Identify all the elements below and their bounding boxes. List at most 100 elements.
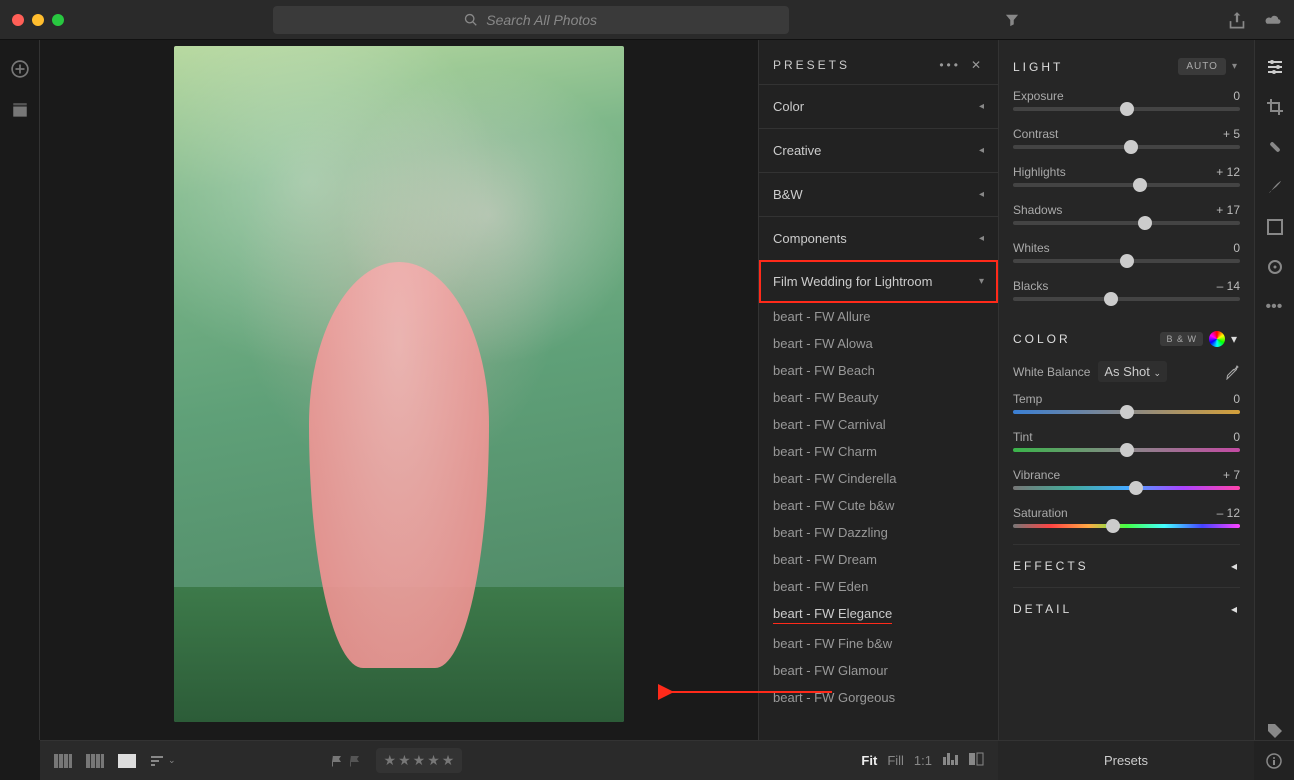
slider-label: Blacks bbox=[1013, 279, 1048, 293]
image-canvas[interactable] bbox=[40, 40, 758, 740]
preset-item[interactable]: beart - FW Cinderella bbox=[759, 465, 998, 492]
slider-thumb[interactable] bbox=[1129, 481, 1143, 495]
slider-track[interactable] bbox=[1013, 486, 1240, 490]
white-balance-select[interactable]: As Shot ⌄ bbox=[1098, 361, 1167, 382]
slider-label: Saturation bbox=[1013, 506, 1068, 520]
bottom-presets-button[interactable]: Presets bbox=[998, 740, 1254, 780]
detail-view-button[interactable] bbox=[118, 754, 136, 768]
grid-view-button[interactable] bbox=[54, 754, 72, 768]
slider-thumb[interactable] bbox=[1120, 102, 1134, 116]
crop-icon[interactable] bbox=[1266, 98, 1284, 116]
tag-icon[interactable] bbox=[1266, 722, 1284, 740]
compare-view-button[interactable] bbox=[86, 754, 104, 768]
preset-item[interactable]: beart - FW Carnival bbox=[759, 411, 998, 438]
slider-track[interactable] bbox=[1013, 448, 1240, 452]
linear-gradient-icon[interactable] bbox=[1266, 218, 1284, 236]
presets-title: PRESETS bbox=[773, 58, 850, 72]
minimize-window-icon[interactable] bbox=[32, 14, 44, 26]
preset-group-expanded[interactable]: Film Wedding for Lightroom ▾ bbox=[759, 260, 998, 303]
preset-group-label: B&W bbox=[773, 187, 803, 202]
zoom-window-icon[interactable] bbox=[52, 14, 64, 26]
slider-thumb[interactable] bbox=[1104, 292, 1118, 306]
slider-track[interactable] bbox=[1013, 297, 1240, 301]
preset-item[interactable]: beart - FW Glamour bbox=[759, 657, 998, 684]
slider-track[interactable] bbox=[1013, 524, 1240, 528]
slider-thumb[interactable] bbox=[1133, 178, 1147, 192]
slider-thumb[interactable] bbox=[1120, 405, 1134, 419]
preset-item[interactable]: beart - FW Charm bbox=[759, 438, 998, 465]
radial-gradient-icon[interactable] bbox=[1266, 258, 1284, 276]
zoom-fill-button[interactable]: Fill bbox=[887, 753, 904, 768]
share-icon[interactable] bbox=[1228, 11, 1246, 29]
presets-header: PRESETS ••• ✕ bbox=[759, 40, 998, 84]
histogram-icon[interactable] bbox=[942, 751, 958, 767]
star-icon[interactable]: ★ bbox=[427, 752, 440, 769]
preset-item[interactable]: beart - FW Dazzling bbox=[759, 519, 998, 546]
slider-track[interactable] bbox=[1013, 107, 1240, 111]
presets-more-icon[interactable]: ••• bbox=[939, 58, 961, 72]
preset-group-label: Components bbox=[773, 231, 847, 246]
star-icon[interactable]: ★ bbox=[384, 752, 397, 769]
chevron-down-icon[interactable]: ▾ bbox=[1231, 332, 1240, 346]
adjust-icon[interactable] bbox=[1266, 58, 1284, 76]
preset-item[interactable]: beart - FW Beach bbox=[759, 357, 998, 384]
brush-icon[interactable] bbox=[1266, 178, 1284, 196]
preset-item[interactable]: beart - FW Elegance bbox=[773, 606, 892, 624]
chevron-left-icon: ◂ bbox=[979, 145, 984, 156]
slider-thumb[interactable] bbox=[1124, 140, 1138, 154]
zoom-fit-button[interactable]: Fit bbox=[861, 753, 877, 768]
preset-item[interactable]: beart - FW Alowa bbox=[759, 330, 998, 357]
filter-icon[interactable] bbox=[1005, 13, 1019, 27]
eyedropper-icon[interactable] bbox=[1224, 364, 1240, 380]
album-icon[interactable] bbox=[11, 102, 29, 120]
cloud-icon[interactable] bbox=[1264, 11, 1282, 29]
color-wheel-icon[interactable] bbox=[1209, 331, 1225, 347]
white-balance-label: White Balance bbox=[1013, 365, 1090, 379]
star-icon[interactable]: ★ bbox=[413, 752, 426, 769]
detail-section[interactable]: DETAIL ◂ bbox=[1013, 587, 1240, 630]
preset-item[interactable]: beart - FW Beauty bbox=[759, 384, 998, 411]
slider-track[interactable] bbox=[1013, 221, 1240, 225]
slider-track[interactable] bbox=[1013, 145, 1240, 149]
preset-item[interactable]: beart - FW Allure bbox=[759, 303, 998, 330]
add-photo-icon[interactable] bbox=[11, 60, 29, 78]
slider-thumb[interactable] bbox=[1120, 254, 1134, 268]
before-after-icon[interactable] bbox=[968, 751, 984, 767]
chevron-left-icon: ◂ bbox=[1231, 559, 1240, 573]
auto-button[interactable]: AUTO bbox=[1178, 58, 1226, 75]
close-window-icon[interactable] bbox=[12, 14, 24, 26]
search-input[interactable]: Search All Photos bbox=[273, 6, 789, 34]
presets-close-icon[interactable]: ✕ bbox=[971, 58, 984, 72]
more-tools-icon[interactable]: ••• bbox=[1266, 298, 1284, 316]
slider-thumb[interactable] bbox=[1120, 443, 1134, 457]
star-icon[interactable]: ★ bbox=[442, 752, 455, 769]
heal-icon[interactable] bbox=[1266, 138, 1284, 156]
star-icon[interactable]: ★ bbox=[398, 752, 411, 769]
slider-thumb[interactable] bbox=[1138, 216, 1152, 230]
preset-group[interactable]: Components◂ bbox=[759, 216, 998, 260]
sort-button[interactable]: ⌄ bbox=[150, 755, 176, 767]
chevron-down-icon[interactable]: ▾ bbox=[1232, 61, 1240, 72]
bw-button[interactable]: B & W bbox=[1160, 332, 1203, 346]
slider-thumb[interactable] bbox=[1106, 519, 1120, 533]
preset-item[interactable]: beart - FW Cute b&w bbox=[759, 492, 998, 519]
color-section-header[interactable]: COLOR B & W ▾ bbox=[1013, 317, 1240, 355]
preset-item[interactable]: beart - FW Fine b&w bbox=[759, 630, 998, 657]
effects-section[interactable]: EFFECTS ◂ bbox=[1013, 544, 1240, 587]
preset-item[interactable]: beart - FW Dream bbox=[759, 546, 998, 573]
slider-track[interactable] bbox=[1013, 259, 1240, 263]
bottom-info-button[interactable] bbox=[1254, 740, 1294, 780]
zoom-1to1-button[interactable]: 1:1 bbox=[914, 753, 932, 768]
flag-reject-icon[interactable] bbox=[348, 754, 362, 768]
preset-item[interactable]: beart - FW Gorgeous bbox=[759, 684, 998, 711]
preset-group[interactable]: Color◂ bbox=[759, 84, 998, 128]
window-controls bbox=[12, 14, 64, 26]
slider-track[interactable] bbox=[1013, 183, 1240, 187]
flag-pick-icon[interactable] bbox=[330, 754, 344, 768]
rating-stars[interactable]: ★★★★★ bbox=[376, 748, 463, 773]
preset-item[interactable]: beart - FW Eden bbox=[759, 573, 998, 600]
light-section-header[interactable]: LIGHT AUTO ▾ bbox=[1013, 40, 1240, 83]
preset-group[interactable]: Creative◂ bbox=[759, 128, 998, 172]
preset-group[interactable]: B&W◂ bbox=[759, 172, 998, 216]
slider-track[interactable] bbox=[1013, 410, 1240, 414]
